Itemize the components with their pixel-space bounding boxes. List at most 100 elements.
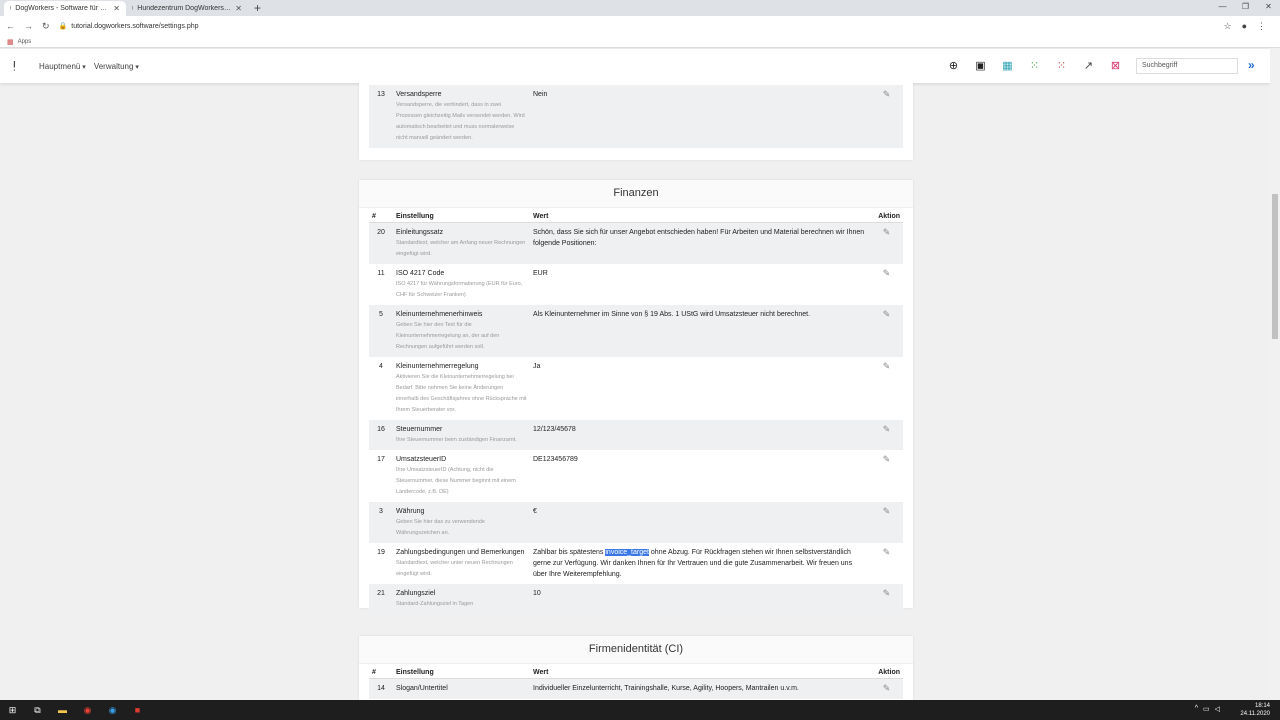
setting-description: Standard-Zahlungsziel in Tagen xyxy=(396,601,474,607)
setting-name: Einleitungssatz xyxy=(396,229,444,236)
column-header-number: # xyxy=(369,664,393,679)
dashboard-icon[interactable]: ▦ xyxy=(1001,59,1014,72)
finanzen-table: # Einstellung Wert Aktion 20 Einleitungs… xyxy=(369,208,903,614)
globe-icon[interactable]: ⊕ xyxy=(947,59,960,72)
main-menu-dropdown[interactable]: Hauptmenü xyxy=(39,62,86,71)
scrollbar-thumb[interactable] xyxy=(1272,194,1278,339)
close-window-icon[interactable]: ✕ xyxy=(1257,0,1280,14)
setting-value: € xyxy=(530,502,870,543)
reload-icon[interactable]: ↻ xyxy=(42,21,50,32)
address-bar: ← → ↻ 🔒 tutorial.dogworkers.software/set… xyxy=(0,16,1280,36)
firmen-table: # Einstellung Wert Aktion 14 Slogan/Unte… xyxy=(369,664,903,699)
forward-icon[interactable]: → xyxy=(24,21,33,31)
row-number: 11 xyxy=(377,270,385,277)
table-row: 4 Kleinunternehmerregelung Aktivieren Sie… xyxy=(369,357,903,420)
windows-start-icon[interactable]: ⊞ xyxy=(0,705,25,716)
url-text: tutorial.dogworkers.software/settings.ph… xyxy=(71,22,199,30)
bookmark-star-icon[interactable]: ☆ xyxy=(1223,21,1231,32)
search-input[interactable]: Suchbegriff xyxy=(1136,58,1238,74)
browser-tab[interactable]: ᵎ Hundezentrum DogWorkers | W ✕ xyxy=(126,1,248,16)
edit-pencil-icon[interactable]: ✎ xyxy=(883,361,891,371)
network-icon[interactable]: ▭ xyxy=(1203,705,1210,713)
setting-name: UmsatzsteuerID xyxy=(396,456,447,463)
page-scrollbar[interactable] xyxy=(1270,49,1280,700)
setting-value: 12/123/45678 xyxy=(530,420,870,450)
admin-menu-dropdown[interactable]: Verwaltung xyxy=(94,62,139,71)
firmenidentitaet-card: Firmenidentität (CI) # Einstellung Wert … xyxy=(359,636,913,700)
finanzen-card: Finanzen # Einstellung Wert Aktion 20 Ei… xyxy=(359,180,913,614)
column-header-setting: Einstellung xyxy=(393,664,530,679)
setting-value: Ja xyxy=(533,363,541,370)
edit-pencil-icon[interactable]: ✎ xyxy=(883,424,891,434)
back-icon[interactable]: ← xyxy=(6,21,15,31)
setting-description: Versandsperre, die verhindert, dass in z… xyxy=(396,102,525,141)
row-number: 5 xyxy=(369,305,393,357)
new-tab-button[interactable]: + xyxy=(254,1,261,15)
table-row: 16 Steuernummer Ihre Steuernummer beim zu… xyxy=(369,420,903,450)
edit-pencil-icon[interactable]: ✎ xyxy=(883,268,891,278)
minimize-icon[interactable]: — xyxy=(1211,0,1234,14)
apps-icon[interactable]: ⁙ xyxy=(1028,59,1041,72)
system-tray: ^ ▭ ◁ xyxy=(1195,705,1220,713)
volume-icon[interactable]: ◁ xyxy=(1215,705,1220,713)
setting-description: Aktivieren Sie die Kleinunternehmerregel… xyxy=(396,374,527,413)
setting-value: Zahlbar bis spätestens invoice_target oh… xyxy=(530,543,870,584)
value-text-pre: Zahlbar bis spätestens xyxy=(533,549,606,556)
tray-chevron-icon[interactable]: ^ xyxy=(1195,705,1198,713)
browser-tab-active[interactable]: ᵎ DogWorkers - Software für die H ✕ xyxy=(4,1,126,16)
table-row: 17 UmsatzsteuerID Ihre UmsatzsteuerID (Ac… xyxy=(369,450,903,502)
settings-table: 13 Versandsperre Versandsperre, die verhi… xyxy=(369,85,903,148)
restore-icon[interactable]: ❐ xyxy=(1234,0,1257,14)
chrome-icon[interactable]: ◉ xyxy=(75,705,100,716)
edit-pencil-icon[interactable]: ✎ xyxy=(883,309,891,319)
task-view-icon[interactable]: ⧉ xyxy=(25,705,50,716)
app-navbar: ᵎ Hauptmenü Verwaltung ⊕ ▣ ▦ ⁙ ⁙ ↗ ⊠ Suc… xyxy=(0,49,1270,83)
window-controls: — ❐ ✕ xyxy=(1211,0,1280,14)
column-header-value: Wert xyxy=(530,208,870,223)
expand-chevron-icon[interactable]: » xyxy=(1248,58,1255,72)
edit-pencil-icon[interactable]: ✎ xyxy=(883,683,891,693)
app-icon[interactable]: ■ xyxy=(125,705,150,715)
setting-name: Zahlungsziel xyxy=(396,590,436,597)
table-header-row: # Einstellung Wert Aktion xyxy=(369,664,903,679)
edit-pencil-icon[interactable]: ✎ xyxy=(883,547,891,557)
calendar-icon[interactable]: ▣ xyxy=(974,59,987,72)
logo-icon[interactable]: ᵎ xyxy=(13,56,23,77)
apps-bookmark[interactable]: Apps xyxy=(18,39,32,45)
selected-placeholder-text: invoice_target xyxy=(605,549,649,556)
setting-description: Ihre Steuernummer beim zuständigen Finan… xyxy=(396,437,517,443)
edit-pencil-icon[interactable]: ✎ xyxy=(883,506,891,516)
dogworkers-favicon-icon: ᵎ xyxy=(132,4,134,13)
clock-time: 18:14 xyxy=(1254,703,1270,709)
setting-description: Ihre UmsatzsteuerID (Achtung, nicht die … xyxy=(396,467,516,495)
table-row: 21 Zahlungsziel Standard-Zahlungsziel in … xyxy=(369,584,903,614)
edit-pencil-icon[interactable]: ✎ xyxy=(883,89,891,99)
settings-card-top: 13 Versandsperre Versandsperre, die verhi… xyxy=(359,83,913,160)
setting-description: Standardtext, welcher am Anfang neuer Re… xyxy=(396,240,526,257)
clock-date: 24.11.2020 xyxy=(1240,711,1270,717)
setting-value: EUR xyxy=(533,270,548,277)
setting-description: Standardtext, welcher unter neuen Rechnu… xyxy=(396,560,513,577)
os-taskbar: ⊞ ⧉ ▬ ◉ ◉ ■ ^ ▭ ◁ 18:14 24.11.2020 xyxy=(0,700,1280,720)
edit-pencil-icon[interactable]: ✎ xyxy=(883,588,891,598)
setting-name: Versandsperre xyxy=(396,91,442,98)
column-header-action: Aktion xyxy=(870,664,903,679)
grid-icon[interactable]: ⁙ xyxy=(1055,59,1068,72)
table-row: 20 Einleitungssatz Standardtext, welcher … xyxy=(369,222,903,264)
external-link-icon[interactable]: ↗ xyxy=(1082,59,1095,72)
file-explorer-icon[interactable]: ▬ xyxy=(50,705,75,715)
edit-pencil-icon[interactable]: ✎ xyxy=(883,454,891,464)
edit-pencil-icon[interactable]: ✎ xyxy=(883,227,891,237)
close-tab-icon[interactable]: ✕ xyxy=(235,4,242,13)
tab-title: Hundezentrum DogWorkers | W xyxy=(137,5,232,12)
setting-name: Slogan/Untertitel xyxy=(396,685,448,692)
url-field[interactable]: 🔒 tutorial.dogworkers.software/settings.… xyxy=(59,22,199,31)
browser-menu-icon[interactable]: ⋮ xyxy=(1257,21,1266,32)
clock[interactable]: 18:14 24.11.2020 xyxy=(1240,702,1270,718)
profile-icon[interactable]: ● xyxy=(1242,21,1247,32)
logout-icon[interactable]: ⊠ xyxy=(1109,59,1122,72)
setting-value: Nein xyxy=(530,85,870,148)
setting-name: Kleinunternehmenerhinweis xyxy=(396,311,483,318)
edge-icon[interactable]: ◉ xyxy=(100,705,125,716)
close-tab-icon[interactable]: ✕ xyxy=(113,4,120,13)
